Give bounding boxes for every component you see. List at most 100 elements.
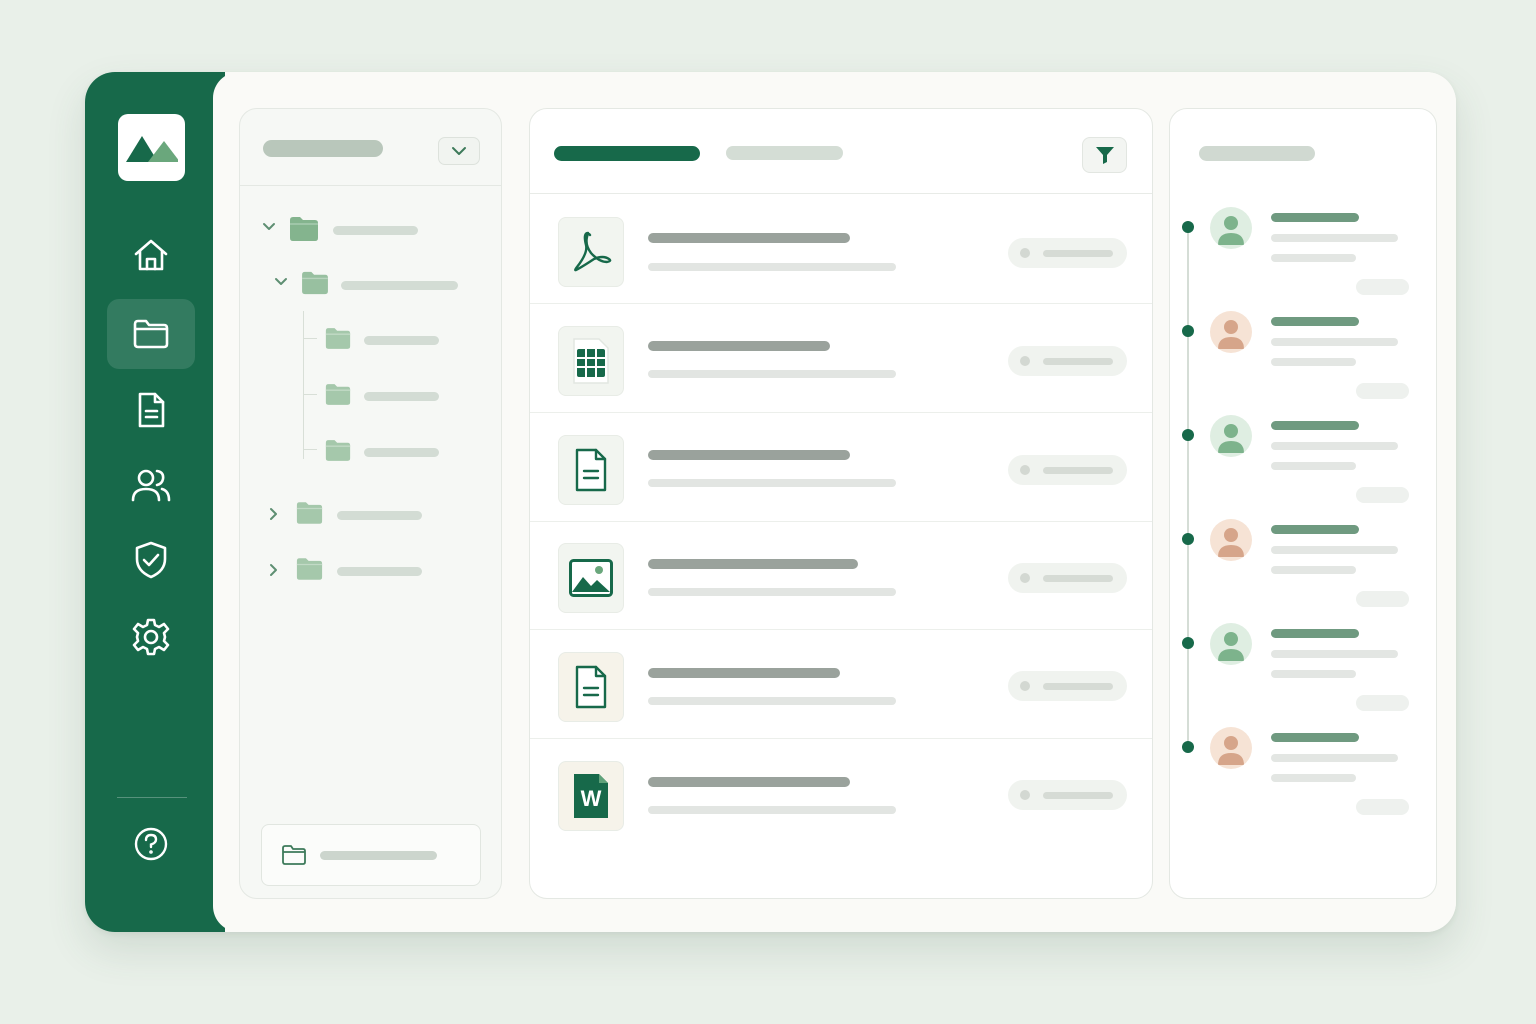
user-avatar[interactable]	[1210, 311, 1252, 353]
tree-node-label	[364, 392, 439, 401]
tree-node[interactable]	[325, 437, 445, 467]
tree-node[interactable]	[268, 555, 438, 585]
file-thumbnail	[558, 435, 624, 505]
activity-text-placeholder	[1271, 462, 1356, 470]
file-row[interactable]	[530, 630, 1152, 739]
filter-button[interactable]	[1082, 137, 1127, 173]
activity-text-placeholder	[1271, 234, 1398, 242]
activity-time-placeholder	[1356, 695, 1409, 711]
file-meta-placeholder	[648, 370, 896, 378]
app-logo[interactable]	[118, 114, 185, 181]
activity-time-placeholder	[1356, 383, 1409, 399]
file-name-placeholder	[648, 233, 850, 243]
tree-node[interactable]	[273, 269, 483, 299]
file-name-placeholder	[648, 341, 830, 351]
file-thumbnail	[558, 217, 624, 287]
activity-item[interactable]	[1170, 727, 1436, 835]
nav-files[interactable]	[107, 299, 195, 369]
file-row[interactable]	[530, 304, 1152, 413]
user-avatar[interactable]	[1210, 519, 1252, 561]
file-meta-placeholder	[648, 479, 896, 487]
mountains-logo-icon	[126, 136, 178, 162]
folder-tree-header	[240, 109, 501, 186]
activity-panel	[1169, 108, 1437, 899]
activity-item[interactable]	[1170, 207, 1436, 315]
user-avatar[interactable]	[1210, 207, 1252, 249]
user-avatar-icon	[1218, 216, 1244, 245]
document-icon	[575, 448, 607, 492]
activity-text-placeholder	[1271, 442, 1398, 450]
tab-inactive[interactable]	[726, 146, 843, 160]
file-thumbnail	[558, 652, 624, 722]
file-name-placeholder	[648, 559, 858, 569]
document-icon	[138, 392, 165, 428]
filter-icon	[1095, 147, 1114, 164]
activity-item[interactable]	[1170, 519, 1436, 627]
activity-item[interactable]	[1170, 415, 1436, 523]
nav-security[interactable]	[107, 525, 195, 595]
file-list-panel: W	[529, 108, 1153, 899]
activity-user-placeholder	[1271, 213, 1359, 222]
activity-item[interactable]	[1170, 311, 1436, 419]
chevron-down-icon	[263, 223, 275, 230]
activity-time-placeholder	[1356, 799, 1409, 815]
sidebar	[85, 72, 225, 932]
user-avatar[interactable]	[1210, 727, 1252, 769]
tab-active[interactable]	[554, 146, 700, 161]
shield-check-icon	[135, 541, 167, 579]
activity-text-placeholder	[1271, 358, 1356, 366]
file-row[interactable]	[530, 413, 1152, 522]
tree-node[interactable]	[325, 325, 445, 355]
timeline-dot	[1182, 533, 1194, 545]
file-status-badge	[1008, 780, 1127, 810]
home-icon	[134, 239, 168, 271]
pdf-icon	[574, 231, 612, 272]
file-status-badge	[1008, 238, 1127, 268]
file-list-header	[530, 109, 1152, 194]
folder-tree-panel	[239, 108, 502, 899]
folder-icon	[302, 271, 328, 295]
tree-branch-line	[303, 394, 317, 395]
folder-icon	[296, 558, 323, 580]
file-row[interactable]	[530, 521, 1152, 630]
timeline-dot	[1182, 221, 1194, 233]
user-avatar[interactable]	[1210, 415, 1252, 457]
nav-documents[interactable]	[107, 375, 195, 445]
spreadsheet-icon	[573, 338, 609, 384]
nav-help[interactable]	[107, 809, 195, 879]
file-meta-placeholder	[648, 263, 896, 271]
activity-text-placeholder	[1271, 650, 1398, 658]
folder-icon	[325, 384, 351, 405]
file-status-badge	[1008, 346, 1127, 376]
file-row[interactable]: W	[530, 739, 1152, 848]
tree-node-label	[341, 281, 458, 290]
file-row[interactable]	[530, 195, 1152, 304]
activity-user-placeholder	[1271, 733, 1359, 742]
activity-time-placeholder	[1356, 279, 1409, 295]
tree-branch-line	[303, 338, 317, 339]
nav-users[interactable]	[107, 450, 195, 520]
tree-node-label	[364, 448, 439, 457]
user-avatar[interactable]	[1210, 623, 1252, 665]
chevron-right-icon	[270, 508, 277, 520]
tree-node[interactable]	[261, 214, 481, 244]
nav-settings[interactable]	[107, 602, 195, 672]
folder-icon	[325, 440, 351, 461]
user-avatar-icon	[1218, 528, 1244, 557]
workspace-dropdown[interactable]	[438, 137, 480, 165]
file-meta-placeholder	[648, 697, 896, 705]
timeline-dot	[1182, 429, 1194, 441]
tree-node[interactable]	[268, 499, 438, 529]
tree-node[interactable]	[325, 381, 445, 411]
file-thumbnail	[558, 543, 624, 613]
file-meta-placeholder	[648, 588, 896, 596]
nav-home[interactable]	[107, 220, 195, 290]
folder-icon	[325, 328, 351, 349]
tree-node-label	[337, 567, 422, 576]
activity-item[interactable]	[1170, 623, 1436, 731]
chevron-right-icon	[270, 564, 277, 576]
user-avatar-icon	[1218, 632, 1244, 661]
file-thumbnail	[558, 326, 624, 396]
new-folder-button[interactable]	[261, 824, 481, 886]
activity-title-placeholder	[1199, 146, 1315, 161]
